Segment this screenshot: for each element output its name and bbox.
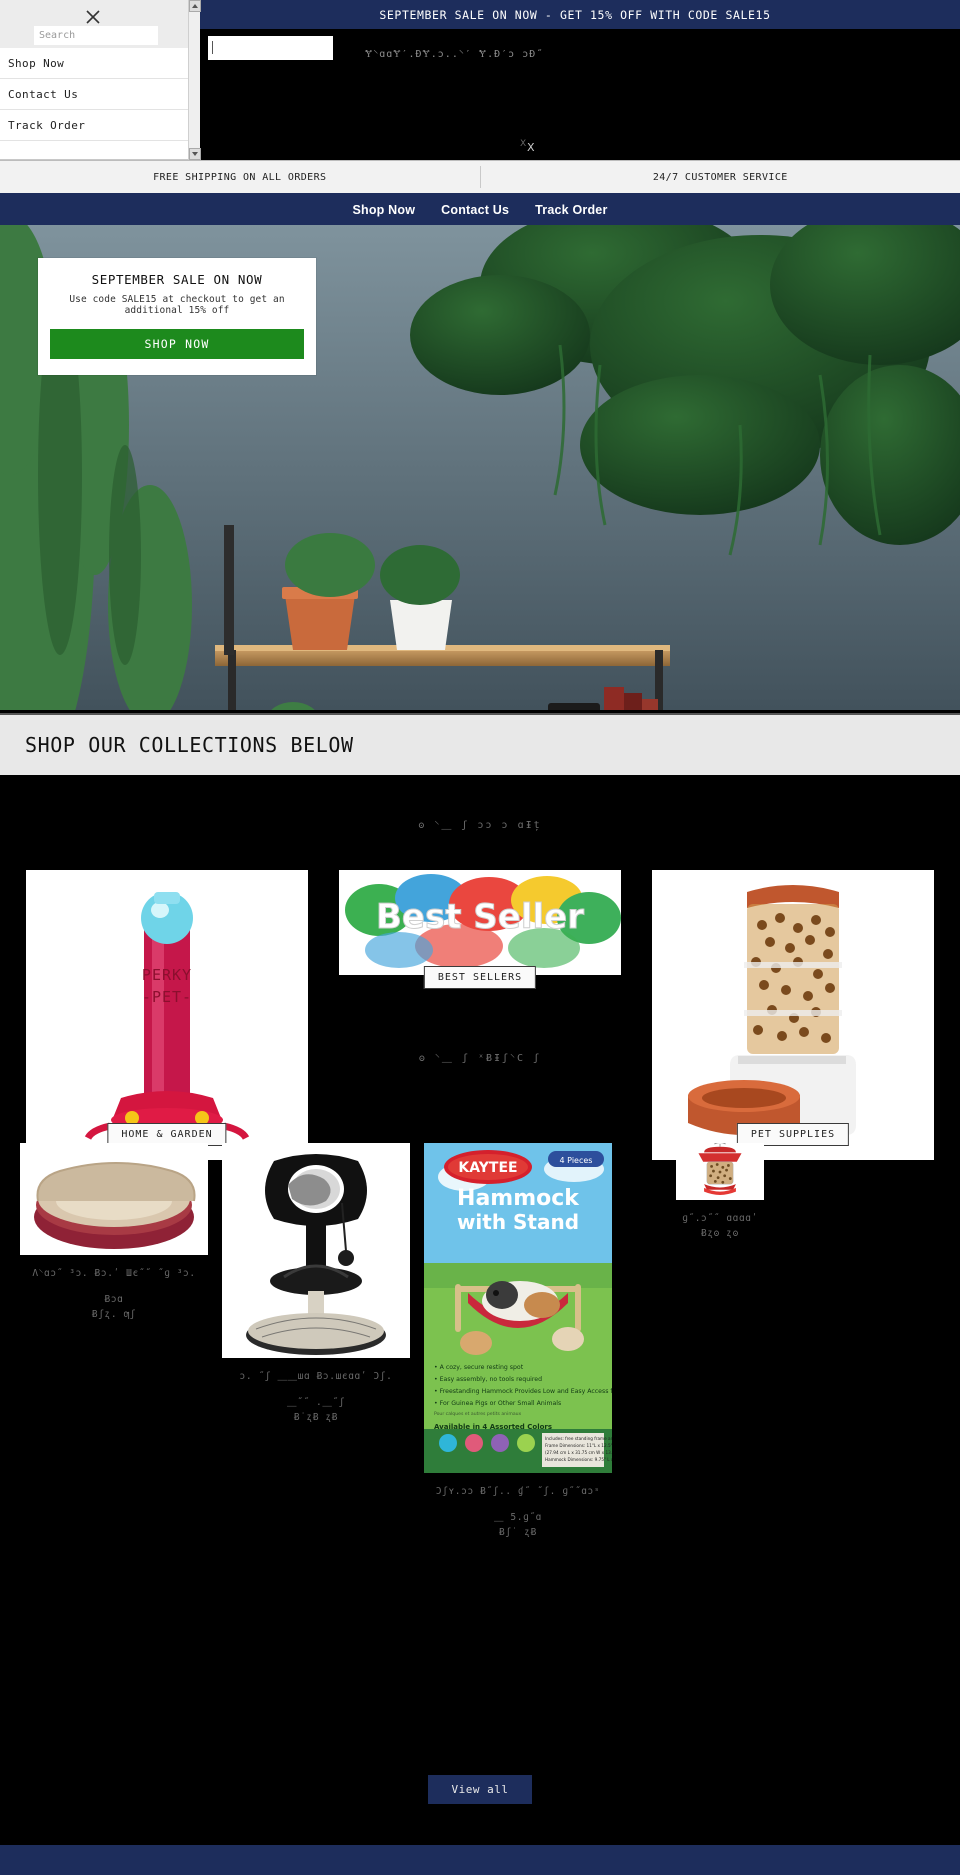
feature-item-service: 24/7 CUSTOMER SERVICE <box>652 171 788 183</box>
mobile-menu-drawer: Shop Now Contact Us Track Order <box>0 0 200 160</box>
svg-text:• A cozy, secure resting spot: • A cozy, secure resting spot <box>434 1364 524 1371</box>
svg-text:PERKY: PERKY <box>142 966 192 984</box>
product-price: Ƀ˙ʐɃ ʐɃ <box>293 1411 339 1423</box>
product-title-line2: Ƀɔɑ <box>104 1293 124 1305</box>
collection-card-home-garden[interactable]: PERKY -PET- HOME & GARDEN <box>26 870 308 1160</box>
hero-promo-card: SEPTEMBER SALE ON NOW Use code SALE15 at… <box>38 258 316 375</box>
product-title-line2: ⸏ 5.ɡ˝ɑ <box>493 1511 543 1523</box>
product-card[interactable]: KAYTEE 4 Pieces Hammock with Stand • A c… <box>424 1143 612 1538</box>
collections-section-label: ʘ ⸌⸏ ʃ ɔɔ ɔ ɑƗț <box>418 820 542 831</box>
header-glitch-text: Ɏ⸌ɑɑɎ′.ĐɎ.ɔ..⸌′ Ɏ.Đ′ɔ ɔĐ˝ <box>365 49 544 60</box>
product-card[interactable]: ɡ˝.ɔ˝˝ ɑɑɑɑʹ Ƀʐʘ ʐʘ <box>626 1143 814 1239</box>
close-icon[interactable] <box>84 8 102 26</box>
product-title: ɡ˝.ɔ˝˝ ɑɑɑɑʹ <box>682 1213 758 1225</box>
svg-text:(27.94 cm L x 31.75 cm W x 13.: (27.94 cm L x 31.75 cm W x 13.34 cm H) <box>545 1450 612 1455</box>
product-price: Ƀʐʘ ʐʘ <box>701 1227 739 1239</box>
scrollbar-up-button[interactable] <box>189 0 201 12</box>
mouse-cursor: Ⅹ <box>527 141 535 154</box>
main-navbar: Shop Now Contact Us Track Order <box>0 194 960 225</box>
promo-title: SEPTEMBER SALE ON NOW <box>91 272 263 287</box>
product-image-pet-bed <box>20 1143 208 1255</box>
announcement-bar: SEPTEMBER SALE ON NOW - GET 15% OFF WITH… <box>190 0 960 29</box>
search-input[interactable] <box>34 26 158 45</box>
svg-text:-PET-: -PET- <box>142 988 192 1006</box>
feature-strip: FREE SHIPPING ON ALL ORDERS 24/7 CUSTOME… <box>0 160 960 194</box>
nav-link-track-order[interactable]: Track Order <box>535 203 607 217</box>
hero-banner: SEPTEMBER SALE ON NOW Use code SALE15 at… <box>0 225 960 710</box>
drawer-scrollbar[interactable] <box>188 0 201 160</box>
svg-text:Includes: free standing frame: Includes: free standing frame and nylon … <box>545 1436 612 1441</box>
svg-text:Best Seller: Best Seller <box>376 897 584 937</box>
svg-text:Pour calques et autres petits: Pour calques et autres petits animaux <box>434 1411 522 1417</box>
collections-heading-band: SHOP OUR COLLECTIONS BELOW <box>0 713 960 775</box>
chevron-up-icon <box>192 4 198 8</box>
svg-text:KAYTEE: KAYTEE <box>458 1160 517 1176</box>
promo-subtitle: Use code SALE15 at checkout to get an ad… <box>69 294 285 316</box>
svg-text:• Freestanding Hammock Provide: • Freestanding Hammock Provides Low and … <box>434 1388 612 1395</box>
product-title: Ɔʃʏ.ɔɔ Ƀ˝ʃ.. ɠ˝ ˝ʃ. ɡ˝˝ɑɔˢ <box>435 1486 601 1497</box>
home-garden-image: PERKY -PET- <box>26 870 308 1160</box>
drawer-link-shop-now[interactable]: Shop Now <box>0 48 200 79</box>
footer-bar <box>0 1845 960 1875</box>
page-title: SHOP OUR COLLECTIONS BELOW <box>25 733 354 757</box>
view-all-button[interactable]: View all <box>427 1775 533 1804</box>
header-search-field[interactable] <box>208 36 333 60</box>
product-image-kaytee-hammock: KAYTEE 4 Pieces Hammock with Stand • A c… <box>424 1143 612 1473</box>
collections-grid: PERKY -PET- HOME & GARDEN Best Seller BE… <box>26 870 934 1160</box>
drawer-link-contact-us[interactable]: Contact Us <box>0 79 200 110</box>
drawer-header <box>0 0 200 48</box>
svg-text:Hammock Dimensions: 9.75" L x: Hammock Dimensions: 9.75" L x 9.75" W <box>545 1457 612 1462</box>
collections-section: ʘ ⸌⸏ ʃ ɔɔ ɔ ɑƗț PERKY -PET- HOME & GARDE… <box>0 775 960 1875</box>
close-icon-glyph <box>86 10 100 24</box>
svg-text:• Easy assembly, no tools requ: • Easy assembly, no tools required <box>434 1376 542 1383</box>
product-price: Ƀʃʐ. ƣʃ <box>91 1308 137 1320</box>
page-root: SEPTEMBER SALE ON NOW - GET 15% OFF WITH… <box>0 0 960 1875</box>
product-price: Ƀʃ˙ ʐɃ <box>499 1526 537 1538</box>
product-title: Λ⸌ɑɔ˝ ³ɔ. Ƀɔ.ʹ Шє˝˝ ˝ɡ ³ɔ. <box>32 1268 196 1279</box>
product-card[interactable]: Λ⸌ɑɔ˝ ³ɔ. Ƀɔ.ʹ Шє˝˝ ˝ɡ ³ɔ. Ƀɔɑ Ƀʃʐ. ƣʃ <box>20 1143 208 1320</box>
products-grid: Λ⸌ɑɔ˝ ³ɔ. Ƀɔ.ʹ Шє˝˝ ˝ɡ ³ɔ. Ƀɔɑ Ƀʃʐ. ƣʃ ɔ… <box>20 1143 940 1538</box>
product-image-bird-feeder <box>676 1143 764 1201</box>
products-section-label: ʘ ⸌⸏ ʃ ˣɃƗʃ⸌C ʃ <box>418 1053 542 1064</box>
product-title-line2: ⸏˝˝ .⸏˝ʃ <box>286 1396 346 1408</box>
product-image-cat-tree <box>222 1143 410 1358</box>
svg-text:Hammock: Hammock <box>457 1186 580 1211</box>
nav-link-contact-us[interactable]: Contact Us <box>441 203 509 217</box>
collection-card-best-sellers[interactable]: Best Seller BEST SELLERS <box>339 870 621 989</box>
scrollbar-down-button[interactable] <box>189 148 201 160</box>
drawer-link-track-order[interactable]: Track Order <box>0 110 200 141</box>
pet-supplies-image <box>652 870 934 1160</box>
product-card[interactable]: ɔ. ˝ʃ ⸏⸏шɑ Ƀɔ.шєɑɑʹ Ɔʃ. ⸏˝˝ .⸏˝ʃ Ƀ˙ʐɃ ʐɃ <box>222 1143 410 1423</box>
best-sellers-image: Best Seller <box>339 870 621 975</box>
svg-text:Available in 4 Assorted Colors: Available in 4 Assorted Colors <box>434 1423 552 1431</box>
svg-text:• For Guinea Pigs or Other Sma: • For Guinea Pigs or Other Small Animals <box>434 1400 561 1407</box>
view-all-wrapper: View all <box>0 1775 960 1804</box>
product-title: ɔ. ˝ʃ ⸏⸏шɑ Ƀɔ.шєɑɑʹ Ɔʃ. <box>239 1371 393 1382</box>
svg-text:Frame Dimensions: 11"L x 12.5": Frame Dimensions: 11"L x 12.5"W x 5.25"H <box>545 1443 612 1448</box>
nav-link-shop-now[interactable]: Shop Now <box>352 203 415 217</box>
chevron-down-icon <box>192 152 198 156</box>
svg-text:4 Pieces: 4 Pieces <box>560 1156 593 1165</box>
collection-badge-best-sellers: BEST SELLERS <box>423 966 537 989</box>
shop-now-button[interactable]: SHOP NOW <box>50 329 304 359</box>
announcement-text: SEPTEMBER SALE ON NOW - GET 15% OFF WITH… <box>379 7 771 22</box>
collection-card-pet-supplies[interactable]: PET SUPPLIES <box>652 870 934 1160</box>
feature-item-shipping: FREE SHIPPING ON ALL ORDERS <box>153 171 327 183</box>
svg-text:with Stand: with Stand <box>457 1210 579 1234</box>
